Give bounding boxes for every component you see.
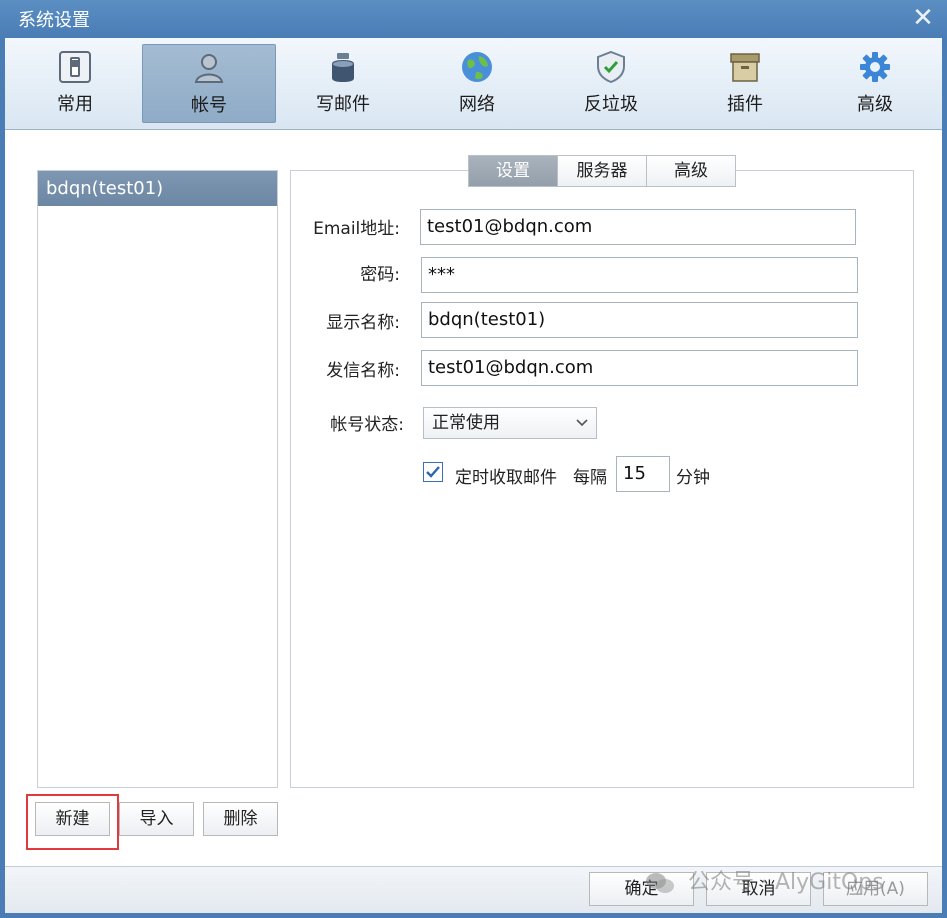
auto-fetch-label: 定时收取邮件 [455, 468, 557, 488]
sender-name-label: 发信名称: [326, 361, 400, 381]
checkmark-icon [426, 466, 440, 478]
password-label: 密码: [360, 265, 400, 285]
title-bar: 系统设置 ✕ [0, 0, 947, 38]
user-icon [194, 54, 224, 83]
toolbar-item-label: 反垃圾 [584, 94, 638, 115]
toolbar-item-label: 插件 [727, 94, 763, 115]
new-account-button[interactable]: 新建 [35, 802, 110, 836]
window-title: 系统设置 [18, 10, 90, 31]
shield-icon [597, 50, 625, 84]
toolbar-item-label: 常用 [57, 94, 93, 115]
gear-icon [860, 52, 890, 82]
password-field[interactable]: *** [421, 257, 858, 293]
account-list: bdqn(test01) [37, 170, 278, 788]
account-status-value: 正常使用 [432, 413, 500, 433]
tab-settings[interactable]: 设置 [468, 155, 558, 187]
toolbar-item-network[interactable]: 网络 [410, 44, 544, 123]
interval-prefix-label: 每隔 [573, 468, 607, 488]
inkwell-icon [332, 53, 354, 82]
account-status-select[interactable]: 正常使用 [423, 407, 597, 439]
toolbar-item-account[interactable]: 帐号 [142, 44, 276, 123]
globe-icon [462, 52, 492, 82]
toolbar-item-plugins[interactable]: 插件 [678, 44, 812, 123]
tab-server[interactable]: 服务器 [557, 155, 647, 187]
interval-input[interactable]: 15 [616, 456, 670, 492]
toolbar-item-label: 帐号 [191, 95, 227, 116]
toolbar-item-label: 高级 [857, 94, 893, 115]
account-list-item[interactable]: bdqn(test01) [38, 171, 277, 206]
delete-account-button[interactable]: 删除 [203, 802, 278, 836]
toolbar-item-compose[interactable]: 写邮件 [276, 44, 410, 123]
switch-icon [59, 51, 91, 83]
display-name-field[interactable]: bdqn(test01) [421, 302, 858, 338]
settings-toolbar: 常用 帐号 写邮件 网络 反垃圾 插件 高级 [5, 38, 942, 130]
display-name-label: 显示名称: [326, 313, 400, 333]
cancel-button[interactable]: 取消 [706, 872, 811, 906]
box-icon [730, 53, 760, 82]
apply-button[interactable]: 应用(A) [823, 872, 928, 906]
email-label: Email地址: [313, 219, 400, 239]
tab-advanced[interactable]: 高级 [646, 155, 736, 187]
auto-fetch-checkbox[interactable] [423, 462, 443, 482]
toolbar-item-label: 写邮件 [316, 94, 370, 115]
toolbar-item-antispam[interactable]: 反垃圾 [544, 44, 678, 123]
sender-name-field[interactable]: test01@bdqn.com [421, 350, 858, 386]
account-status-label: 帐号状态: [330, 415, 404, 435]
chevron-down-icon [576, 408, 588, 449]
toolbar-item-general[interactable]: 常用 [8, 44, 142, 123]
ok-button[interactable]: 确定 [589, 872, 694, 906]
interval-suffix-label: 分钟 [676, 468, 710, 488]
toolbar-item-label: 网络 [459, 94, 495, 115]
settings-tabs: 设置 服务器 高级 [468, 155, 736, 187]
toolbar-item-advanced[interactable]: 高级 [808, 44, 942, 123]
import-account-button[interactable]: 导入 [119, 802, 194, 836]
email-field[interactable]: test01@bdqn.com [420, 209, 856, 245]
close-button[interactable]: ✕ [909, 4, 937, 32]
